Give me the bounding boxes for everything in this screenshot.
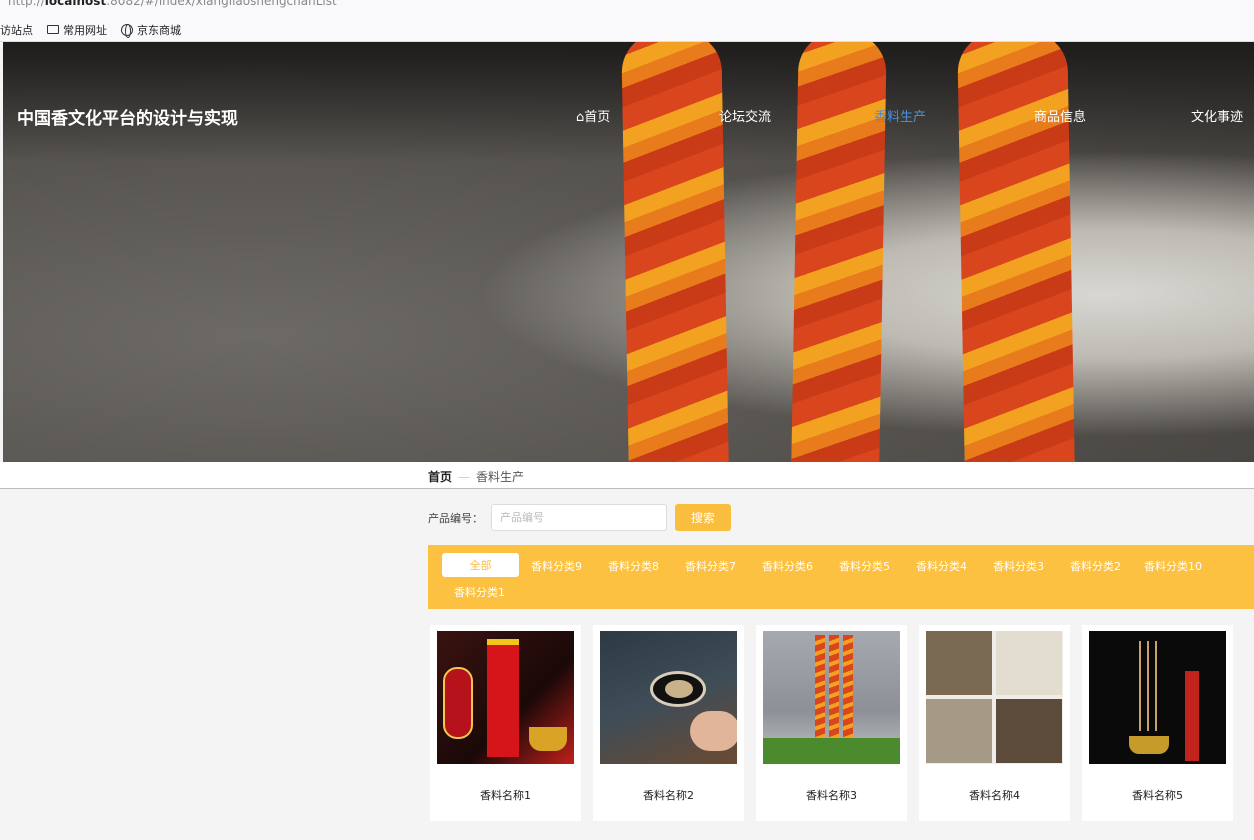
address-bar[interactable]: http://localhost:8082/#/index/xiangliaos… (0, 0, 337, 8)
bookmark-common-sites[interactable]: 常用网址 (47, 22, 107, 38)
product-image-part (690, 711, 737, 751)
product-image-part (1139, 641, 1141, 731)
category-item[interactable]: 香料分类3 (993, 558, 1044, 574)
category-item[interactable]: 香料分类1 (454, 584, 505, 600)
breadcrumb-bar: 首页 — 香料生产 (0, 462, 1254, 489)
breadcrumb: 首页 — 香料生产 (428, 468, 524, 485)
product-image-part (650, 671, 706, 707)
product-image-part (996, 699, 1062, 763)
nav-forum[interactable]: 论坛交流 (719, 106, 771, 125)
search-input[interactable] (491, 504, 667, 531)
breadcrumb-home[interactable]: 首页 (428, 468, 452, 485)
product-image-part (763, 738, 900, 764)
product-image-part (1185, 671, 1199, 761)
category-item[interactable]: 香料分类7 (685, 558, 736, 574)
product-image-part (829, 635, 839, 745)
bookmark-visited-sites[interactable]: 访站点 (0, 22, 33, 38)
search-label: 产品编号： (428, 511, 483, 525)
browser-toolbar: http://localhost:8082/#/index/xiangliaos… (0, 0, 1254, 18)
category-item[interactable]: 香料分类5 (839, 558, 890, 574)
product-name: 香料名称4 (969, 789, 1020, 802)
product-image (763, 631, 900, 764)
nav-home[interactable]: ⌂首页 (576, 106, 610, 125)
bookmark-label: 京东商城 (137, 23, 181, 37)
product-list: 香料名称1 香料名称2 香料名称3 香料名称4 香料名称5 (430, 625, 1233, 821)
search-form: 产品编号： 搜索 (428, 504, 731, 531)
search-button[interactable]: 搜索 (675, 504, 731, 531)
product-card[interactable]: 香料名称1 (430, 625, 581, 821)
product-name: 香料名称3 (806, 789, 857, 802)
globe-icon (121, 23, 133, 38)
nav-spice-production[interactable]: 香料生产 (874, 106, 926, 125)
category-all[interactable]: 全部 (442, 553, 519, 577)
product-card[interactable]: 香料名称3 (756, 625, 907, 821)
product-name: 香料名称5 (1132, 789, 1183, 802)
nav-product-info[interactable]: 商品信息 (1034, 106, 1086, 125)
product-image (1089, 631, 1226, 764)
product-image-part (815, 635, 825, 745)
product-card[interactable]: 香料名称4 (919, 625, 1070, 821)
category-item[interactable]: 香料分类8 (608, 558, 659, 574)
product-image-part (443, 667, 473, 739)
url-text[interactable]: http://localhost:8082/#/index/xiangliaos… (8, 0, 337, 8)
product-name: 香料名称1 (480, 789, 531, 802)
product-card[interactable]: 香料名称2 (593, 625, 744, 821)
bookmark-label: 访站点 (0, 23, 33, 37)
product-image-part (529, 727, 567, 751)
folder-icon (47, 25, 59, 34)
site-title: 中国香文化平台的设计与实现 (17, 109, 238, 129)
category-item[interactable]: 香料分类2 (1070, 558, 1121, 574)
category-filter: 全部 香料分类9 香料分类8 香料分类7 香料分类6 香料分类5 香料分类4 香… (428, 545, 1254, 609)
bookmarks-bar: 访站点 常用网址 京东商城 (0, 18, 1254, 42)
nav-culture-events[interactable]: 文化事迹 (1191, 106, 1243, 125)
product-card[interactable]: 香料名称5 (1082, 625, 1233, 821)
product-image-part (843, 635, 853, 745)
product-name: 香料名称2 (643, 789, 694, 802)
product-image (437, 631, 574, 764)
product-image-part (926, 699, 992, 763)
product-image-part (996, 631, 1062, 695)
product-image (926, 631, 1063, 764)
product-image (600, 631, 737, 764)
category-item[interactable]: 香料分类4 (916, 558, 967, 574)
product-image-part (487, 639, 519, 757)
category-item[interactable]: 香料分类6 (762, 558, 813, 574)
category-item[interactable]: 香料分类10 (1144, 558, 1202, 574)
product-image-part (1147, 641, 1149, 731)
product-image-part (1129, 736, 1169, 754)
bookmark-label: 常用网址 (63, 23, 107, 37)
bookmark-jd-mall[interactable]: 京东商城 (121, 22, 181, 38)
breadcrumb-separator: — (458, 469, 471, 484)
breadcrumb-current: 香料生产 (476, 470, 525, 484)
product-image-part (926, 631, 992, 695)
product-image-part (1155, 641, 1157, 731)
category-item[interactable]: 香料分类9 (531, 558, 582, 574)
top-nav: 中国香文化平台的设计与实现 ⌂首页 论坛交流 香料生产 商品信息 文化事迹 (3, 100, 1254, 130)
